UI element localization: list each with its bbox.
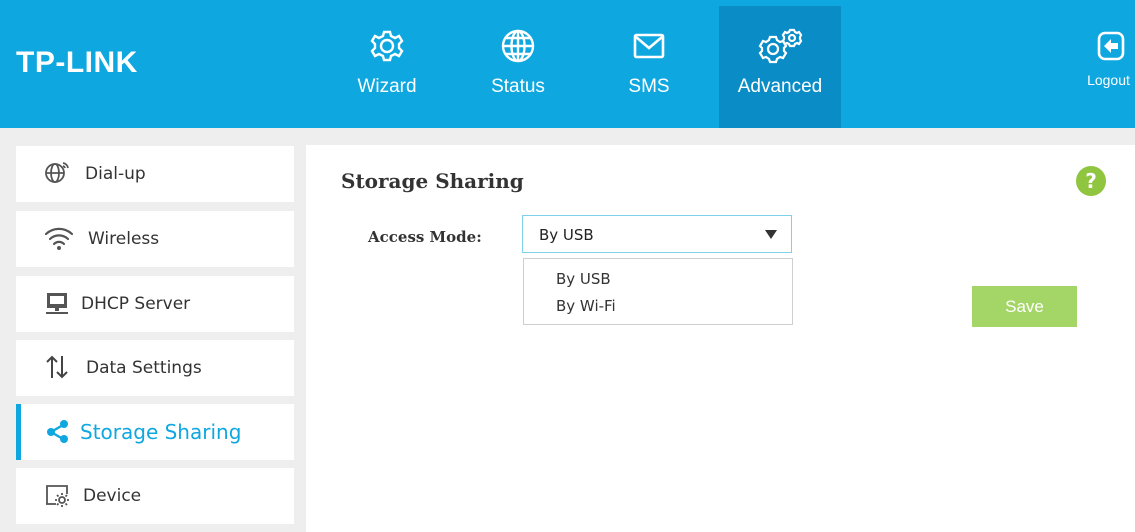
share-icon [44,418,70,444]
dropdown-option-by-wifi[interactable]: By Wi-Fi [556,297,616,315]
main-panel: Storage Sharing ? Access Mode: By USB By… [306,145,1135,532]
sidebar-item-device[interactable]: Device [16,468,294,524]
sidebar-item-label: Storage Sharing [80,420,242,444]
nav-sms-label: SMS [628,76,670,97]
envelope-icon [588,28,710,64]
access-mode-dropdown: By USB By Wi-Fi [523,258,793,325]
sidebar-item-label: Dial-up [85,164,146,184]
nav-advanced[interactable]: Advanced [719,6,841,128]
sidebar-item-dhcp-server[interactable]: DHCP Server [16,276,294,332]
access-mode-select[interactable]: By USB [522,215,792,253]
sidebar-item-label: DHCP Server [81,294,191,314]
nav-wizard-label: Wizard [357,76,417,97]
nav-advanced-label: Advanced [737,76,823,97]
globe-icon [457,28,579,64]
access-mode-label: Access Mode: [368,228,482,246]
sidebar-item-dial-up[interactable]: Dial-up [16,146,294,202]
top-header: TP-LINK Wizard Status SMS Advanced Logou… [0,0,1135,128]
sidebar-item-data-settings[interactable]: Data Settings [16,340,294,396]
sidebar-item-label: Wireless [88,229,160,249]
nav-wizard[interactable]: Wizard [326,6,448,128]
help-icon[interactable]: ? [1076,166,1106,196]
chevron-down-icon [765,230,777,239]
access-mode-selected-value: By USB [539,226,594,244]
sidebar-item-label: Data Settings [86,358,202,378]
sidebar-item-wireless[interactable]: Wireless [16,211,294,267]
logout-button[interactable]: Logout [1082,30,1135,100]
network-folder-icon [44,290,70,316]
tp-link-logo: TP-LINK [16,46,138,79]
gears-icon [719,28,841,64]
logout-icon [1096,30,1126,66]
nav-status[interactable]: Status [457,6,579,128]
wifi-icon [44,225,74,251]
page-title: Storage Sharing [341,169,524,193]
dropdown-option-by-usb[interactable]: By USB [556,270,611,288]
nav-sms[interactable]: SMS [588,6,710,128]
device-settings-icon [44,482,70,508]
globe-signal-icon [44,160,70,186]
sidebar-item-label: Device [83,486,142,506]
logout-label: Logout [1087,72,1130,88]
gear-icon [326,28,448,64]
up-down-arrows-icon [44,354,70,380]
sidebar-item-storage-sharing[interactable]: Storage Sharing [16,404,294,460]
nav-status-label: Status [491,76,545,97]
save-button[interactable]: Save [972,286,1077,327]
